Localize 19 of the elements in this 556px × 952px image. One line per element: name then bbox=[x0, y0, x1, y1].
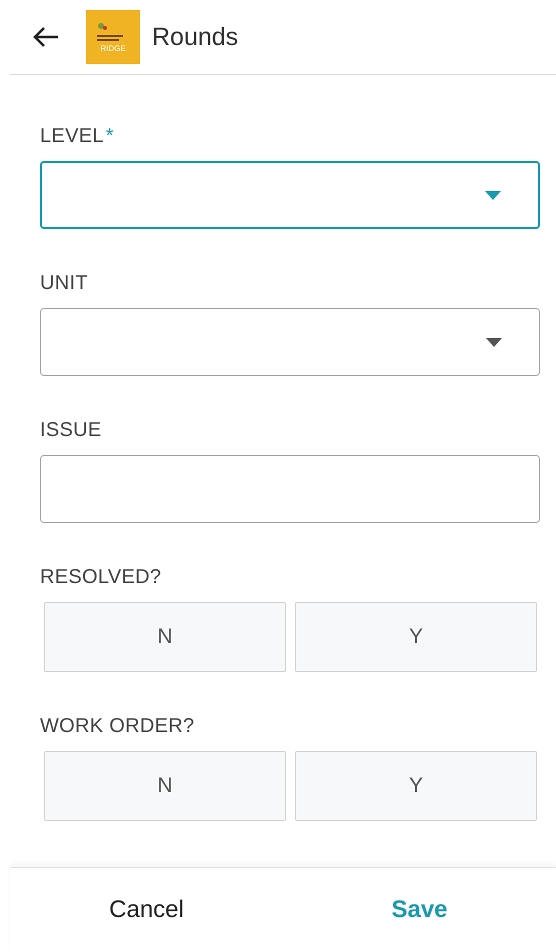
option-button[interactable]: Y bbox=[295, 751, 537, 821]
back-arrow-icon[interactable] bbox=[32, 25, 60, 49]
option-button[interactable]: N bbox=[44, 602, 286, 672]
caret-icon bbox=[485, 190, 501, 200]
dropdown-field[interactable] bbox=[40, 161, 540, 229]
field-label: UNIT bbox=[40, 272, 88, 295]
field-label: WORK ORDER? bbox=[40, 715, 194, 738]
required-mark: * bbox=[106, 125, 114, 148]
input-field[interactable] bbox=[40, 455, 540, 523]
option-button[interactable]: N bbox=[44, 751, 286, 821]
page-title: Rounds bbox=[152, 22, 238, 52]
field-label: RESOLVED? bbox=[40, 566, 162, 589]
dropdown-field[interactable] bbox=[40, 308, 540, 376]
hospital-logo: RIDGE bbox=[86, 10, 140, 64]
caret-icon bbox=[486, 338, 502, 346]
field-label: LEVEL bbox=[40, 125, 104, 148]
option-button[interactable]: Y bbox=[295, 602, 537, 672]
cancel-button[interactable]: Cancel bbox=[10, 868, 283, 952]
field-label: ISSUE bbox=[40, 419, 102, 442]
